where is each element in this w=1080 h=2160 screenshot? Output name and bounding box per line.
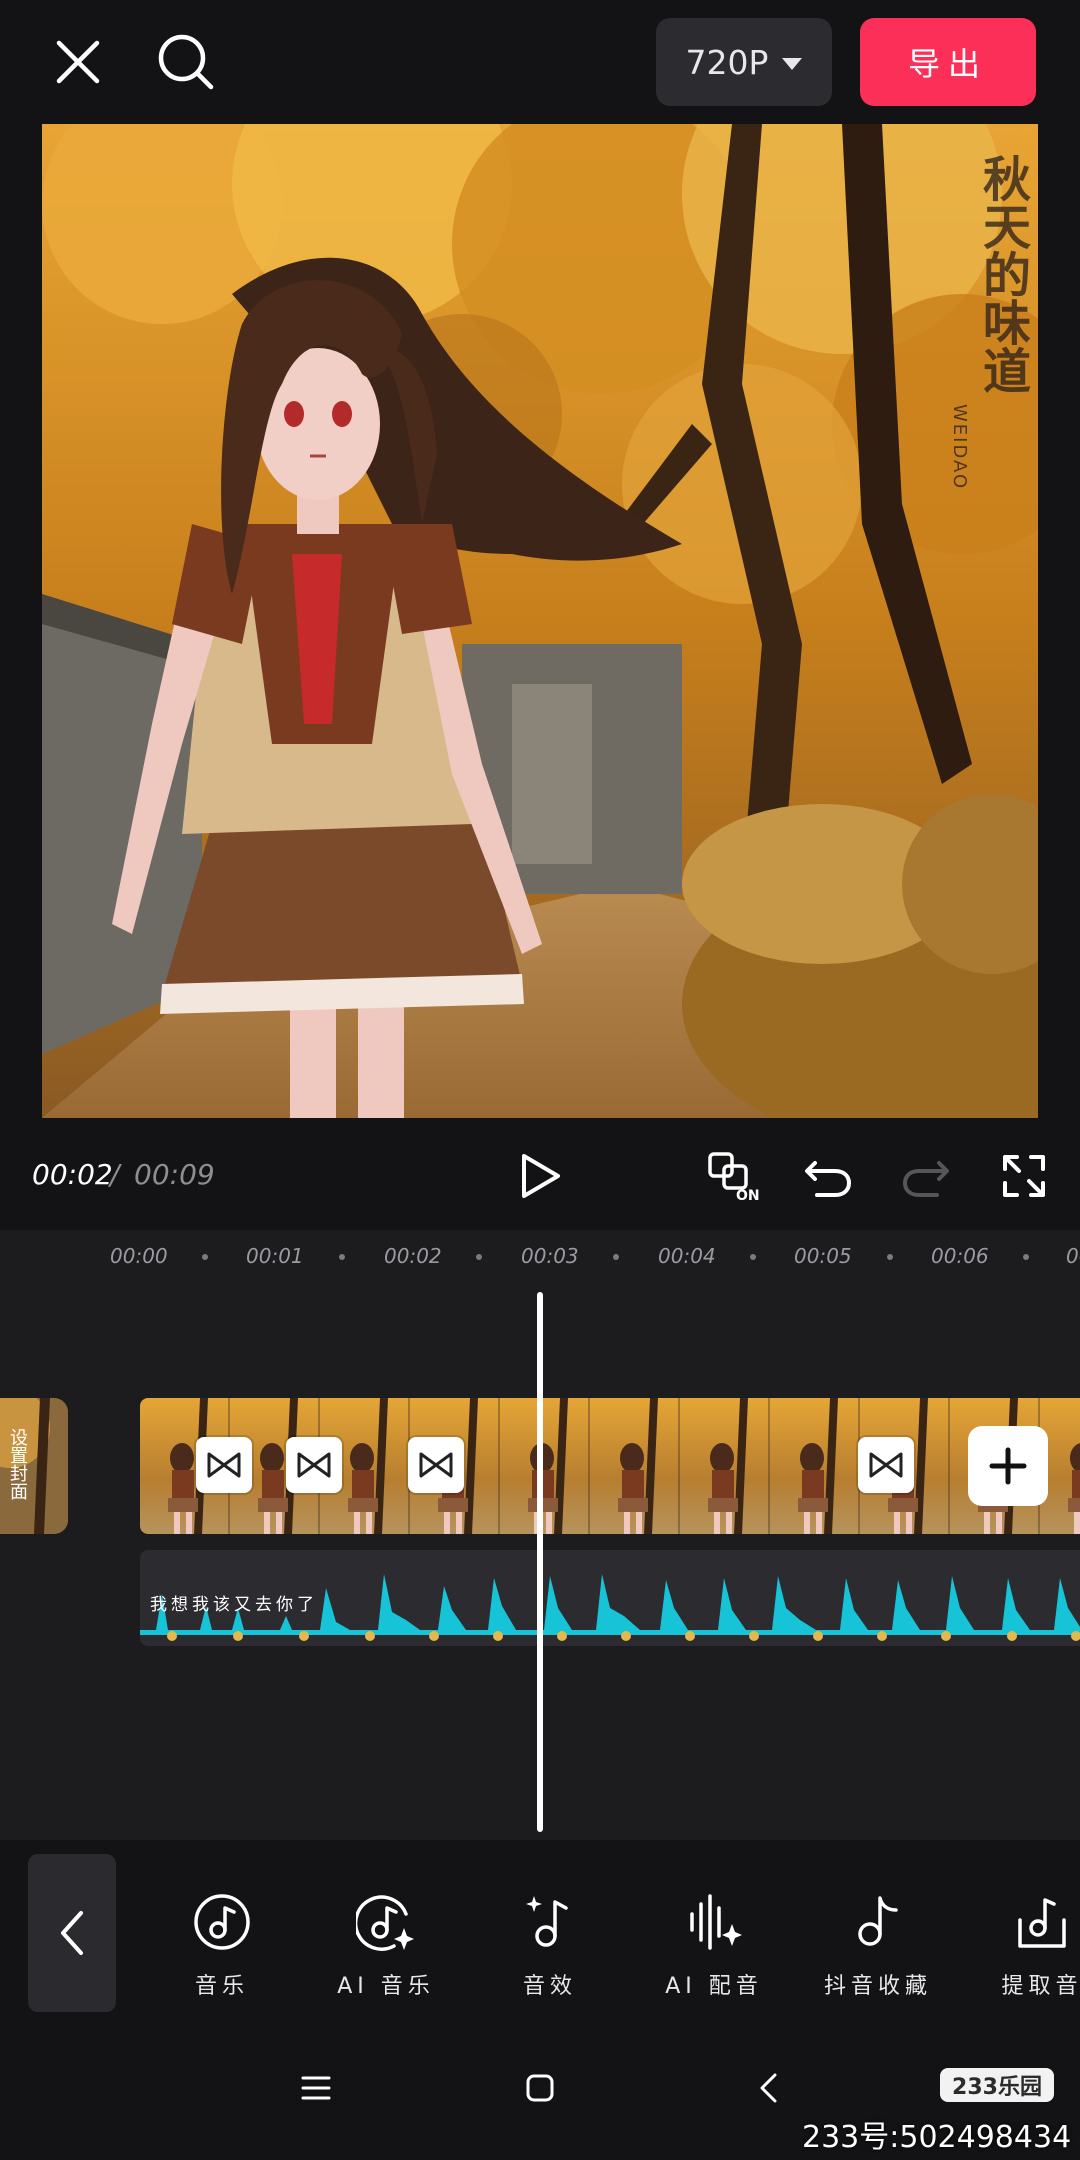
chevron-left-icon [61, 1911, 83, 1955]
ruler-dot [887, 1254, 893, 1260]
tool-extract-audio[interactable]: 提取音 [962, 1890, 1080, 2010]
cover-label: 设置封面 [7, 1428, 28, 1500]
transition-icon [297, 1452, 331, 1478]
undo-icon [805, 1161, 852, 1197]
tool-ai-music[interactable]: AI 音乐 [306, 1890, 466, 2010]
watermark-subtitle: WEIDAO [949, 404, 970, 491]
playhead[interactable] [537, 1292, 543, 1832]
tool-label: 抖音收藏 [823, 1974, 932, 1999]
close-icon [56, 40, 100, 84]
system-nav-bar: 233乐园 233号:502498434 [0, 2026, 1080, 2160]
timeline[interactable]: 00:00 00:01 00:02 00:03 00:04 00:05 00:0… [0, 1230, 1080, 1840]
transition-icon [419, 1452, 453, 1478]
play-button[interactable] [510, 1146, 570, 1206]
back-chevron-icon [760, 2073, 777, 2103]
set-cover-button[interactable]: 设置封面 [0, 1398, 68, 1534]
ruler-dot [750, 1254, 756, 1260]
system-back-button[interactable] [738, 2058, 798, 2118]
play-icon [522, 1154, 560, 1198]
keyframe-on-icon: ON [708, 1152, 760, 1204]
playback-controls: 00:02 / 00:09 ON [0, 1118, 1080, 1230]
extract-audio-icon [1010, 1890, 1074, 1954]
ruler-label: 00:03 [521, 1244, 579, 1268]
audio-track[interactable]: 我想我该又去你了 [140, 1550, 1080, 1646]
plus-icon [989, 1447, 1027, 1485]
ruler-label: 00:05 [794, 1244, 852, 1268]
top-bar: 720P 导出 [0, 0, 1080, 124]
undo-button[interactable] [798, 1146, 858, 1206]
tool-sound-effect[interactable]: 音效 [470, 1890, 630, 2010]
ruler-label: 00:07 [1066, 1244, 1080, 1268]
svg-text:ON: ON [736, 1188, 760, 1204]
home-square-icon [526, 2074, 554, 2102]
ruler-dot [613, 1254, 619, 1260]
audio-title: 我想我该又去你了 [150, 1595, 318, 1615]
toolbar-back-button[interactable] [28, 1854, 116, 2012]
video-track[interactable] [140, 1398, 1080, 1534]
transition-button[interactable] [858, 1437, 914, 1493]
ruler-label: 00:00 [110, 1244, 168, 1268]
add-clip-button[interactable] [968, 1426, 1048, 1506]
home-button[interactable] [510, 2058, 570, 2118]
fullscreen-icon [1003, 1155, 1045, 1197]
tool-music[interactable]: 音乐 [142, 1890, 302, 2010]
ruler-dot [339, 1254, 345, 1260]
brand-logo: 233乐园 [940, 2068, 1054, 2102]
redo-button[interactable] [896, 1146, 956, 1206]
ruler-label: 00:01 [246, 1244, 304, 1268]
fullscreen-button[interactable] [994, 1146, 1054, 1206]
ruler-dot [476, 1254, 482, 1260]
transition-icon [207, 1452, 241, 1478]
watermark-title: 秋天的味道 [974, 154, 1030, 394]
audio-toolbar: 音乐 AI 音乐 音效 AI 配音 抖音收藏 提取音 [0, 1840, 1080, 2026]
time-separator: / [110, 1158, 120, 1191]
caret-down-icon [782, 58, 803, 70]
tool-label: 音效 [522, 1974, 577, 1999]
search-icon [158, 34, 214, 90]
close-button[interactable] [44, 28, 112, 96]
ruler-label: 00:06 [931, 1244, 989, 1268]
current-time: 00:02 [32, 1158, 113, 1191]
auto-sync-toggle[interactable]: ON [704, 1146, 764, 1206]
ruler-dot [202, 1254, 208, 1260]
ruler-label: 00:02 [384, 1244, 442, 1268]
watermark-id: 233号:502498434 [802, 2120, 1072, 2155]
tool-label: 音乐 [194, 1974, 249, 1999]
transition-button[interactable] [196, 1437, 252, 1493]
tool-ai-voice[interactable]: AI 配音 [634, 1890, 794, 2010]
sound-effect-icon [518, 1890, 582, 1954]
video-frames [140, 1398, 1080, 1534]
douyin-favorite-icon [846, 1890, 910, 1954]
ruler-dot [1023, 1254, 1029, 1260]
ai-voice-icon [682, 1890, 746, 1954]
ruler-label: 00:04 [658, 1244, 716, 1268]
search-button[interactable] [150, 26, 222, 98]
preview-image [42, 124, 1038, 1118]
video-preview[interactable]: 秋天的味道 WEIDAO [42, 124, 1038, 1118]
recent-apps-button[interactable] [286, 2058, 346, 2118]
redo-icon [902, 1161, 949, 1197]
resolution-label: 720P [685, 42, 769, 82]
resolution-dropdown[interactable]: 720P [656, 18, 832, 106]
transition-icon [869, 1452, 903, 1478]
menu-icon [301, 2076, 331, 2100]
tool-label: AI 配音 [665, 1974, 763, 1999]
total-time: 00:09 [134, 1158, 215, 1191]
transition-button[interactable] [286, 1437, 342, 1493]
tool-label: AI 音乐 [337, 1974, 435, 1999]
tool-label: 提取音 [1001, 1974, 1080, 1999]
tool-douyin-favorite[interactable]: 抖音收藏 [798, 1890, 958, 2010]
transition-button[interactable] [408, 1437, 464, 1493]
music-icon [190, 1890, 254, 1954]
ai-music-icon [354, 1890, 418, 1954]
export-button[interactable]: 导出 [860, 18, 1036, 106]
